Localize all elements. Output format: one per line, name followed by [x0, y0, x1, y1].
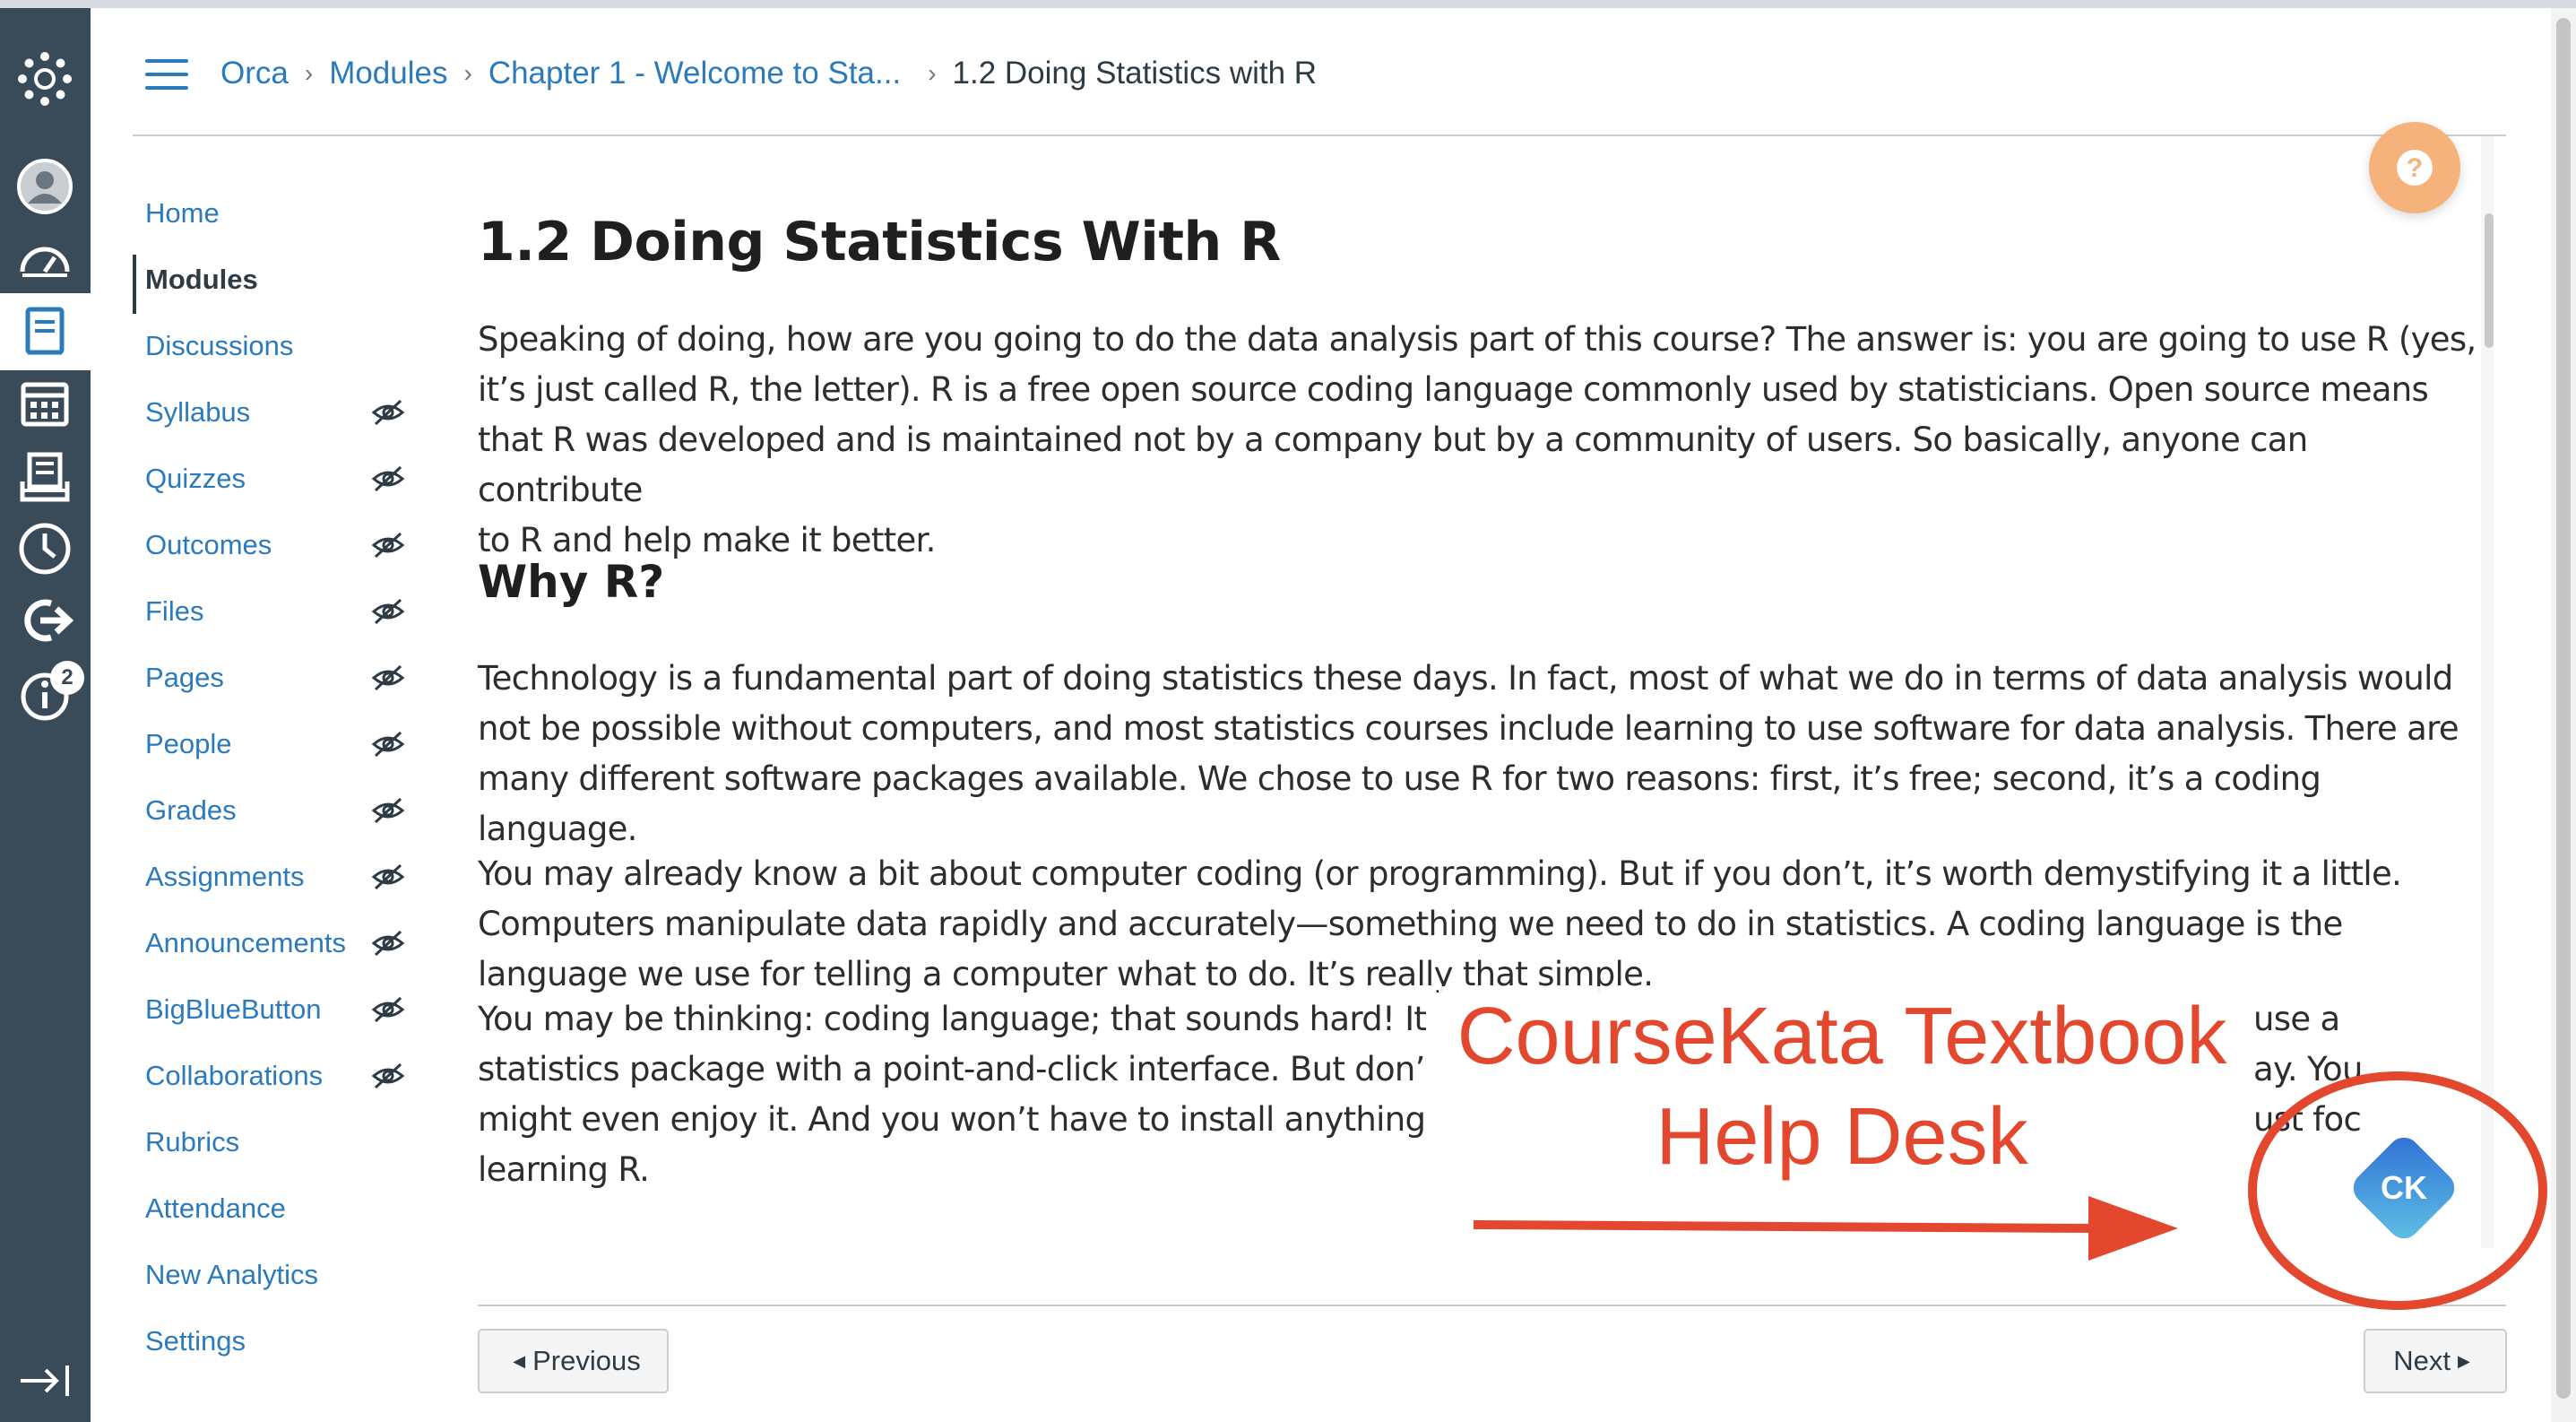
course-nav-item-settings[interactable]: Settings: [133, 1316, 419, 1366]
hidden-from-students-icon: [370, 461, 406, 497]
course-nav-item-pages[interactable]: Pages: [133, 653, 419, 703]
breadcrumb-separator-icon: ›: [304, 59, 314, 87]
hidden-from-students-icon: [370, 726, 406, 762]
course-nav-label: New Analytics: [145, 1259, 318, 1290]
inbox-icon[interactable]: [15, 447, 74, 507]
account-icon[interactable]: [15, 157, 74, 216]
course-nav-label: Rubrics: [145, 1126, 240, 1158]
window-top-border: [0, 0, 2576, 8]
collapse-nav-icon[interactable]: [15, 1351, 74, 1410]
hidden-from-students-icon: [370, 925, 406, 961]
dashboard-icon[interactable]: [15, 230, 74, 290]
course-nav-label: Grades: [145, 794, 237, 826]
section-heading: Why R?: [478, 556, 665, 608]
svg-text:?: ?: [2407, 153, 2423, 183]
course-nav-item-assignments[interactable]: Assignments: [133, 852, 419, 902]
course-nav-label: BigBlueButton: [145, 993, 322, 1025]
course-nav-item-attendance[interactable]: Attendance: [133, 1184, 419, 1234]
breadcrumb-separator-icon: ›: [463, 59, 472, 87]
logo-icon[interactable]: [15, 49, 74, 108]
course-nav-item-files[interactable]: Files: [133, 586, 419, 637]
page-title: 1.2 Doing Statistics With R: [478, 211, 1281, 273]
help-question-button[interactable]: ?: [2369, 122, 2460, 213]
next-button[interactable]: Next ▶: [2364, 1329, 2507, 1393]
breadcrumb-course[interactable]: Orca: [220, 56, 289, 91]
caret-left-icon: ◀: [513, 1351, 526, 1370]
paragraph-intro: Speaking of doing, how are you going to …: [478, 320, 2477, 559]
calendar-icon[interactable]: [15, 374, 74, 433]
hidden-from-students-icon: [370, 1058, 406, 1094]
courses-icon[interactable]: [15, 302, 74, 361]
header-divider: [133, 134, 2506, 136]
global-nav: 2: [0, 8, 91, 1422]
course-nav-item-grades[interactable]: Grades: [133, 785, 419, 836]
course-nav-label: Announcements: [145, 927, 347, 958]
annotation-label: CourseKata Textbook Help Desk: [1439, 986, 2245, 1187]
breadcrumb: Orca › Modules › Chapter 1 - Welcome to …: [220, 50, 1317, 97]
paragraph-coding: You may already know a bit about compute…: [478, 854, 2402, 993]
breadcrumb-module[interactable]: Chapter 1 - Welcome to Sta...: [488, 56, 901, 91]
breadcrumb-separator-icon: ›: [928, 59, 937, 87]
course-nav-item-new-analytics[interactable]: New Analytics: [133, 1250, 419, 1300]
hidden-from-students-icon: [370, 527, 406, 563]
content-scrollbar-thumb[interactable]: [2485, 213, 2494, 348]
ck-label: CK: [2381, 1169, 2427, 1206]
footer-divider: [478, 1305, 2506, 1306]
course-nav-label: Outcomes: [145, 529, 272, 560]
course-nav-label: Syllabus: [145, 396, 251, 428]
hidden-from-students-icon: [370, 793, 406, 828]
course-nav-label: Pages: [145, 662, 224, 693]
course-nav-label: Assignments: [145, 861, 305, 892]
course-nav-item-modules[interactable]: Modules: [133, 255, 419, 314]
course-nav-label: Attendance: [145, 1192, 286, 1224]
course-nav-label: Modules: [145, 264, 258, 295]
course-nav-label: People: [145, 728, 232, 759]
coursekata-help-button[interactable]: CK: [2340, 1124, 2468, 1252]
annotation-arrow: [1470, 1192, 2187, 1264]
hidden-from-students-icon: [370, 395, 406, 430]
hidden-from-students-icon: [370, 660, 406, 696]
course-nav-item-syllabus[interactable]: Syllabus: [133, 387, 419, 438]
hidden-from-students-icon: [370, 992, 406, 1027]
course-nav-item-discussions[interactable]: Discussions: [133, 321, 419, 371]
history-icon[interactable]: [15, 519, 74, 578]
course-nav-label: Files: [145, 595, 204, 627]
course-nav-item-home[interactable]: Home: [133, 188, 419, 238]
hidden-from-students-icon: [370, 594, 406, 629]
course-nav-label: Discussions: [145, 330, 294, 361]
course-nav-item-quizzes[interactable]: Quizzes: [133, 454, 419, 504]
paragraph-technology: Technology is a fundamental part of doin…: [478, 659, 2459, 848]
course-nav-item-collaborations[interactable]: Collaborations: [133, 1051, 419, 1101]
help-notification-badge: 2: [50, 661, 84, 695]
hidden-from-students-icon: [370, 859, 406, 895]
course-nav-item-people[interactable]: People: [133, 719, 419, 769]
course-nav-item-bigbluebutton[interactable]: BigBlueButton: [133, 984, 419, 1035]
course-nav-label: Collaborations: [145, 1060, 324, 1091]
course-menu-toggle-icon[interactable]: [145, 59, 188, 90]
previous-button[interactable]: ◀ Previous: [478, 1329, 669, 1393]
breadcrumb-current-page: 1.2 Doing Statistics with R: [952, 56, 1318, 91]
course-nav-item-outcomes[interactable]: Outcomes: [133, 520, 419, 570]
course-nav-item-announcements[interactable]: Announcements: [133, 918, 419, 968]
course-nav-label: Quizzes: [145, 463, 246, 494]
course-nav-label: Home: [145, 197, 220, 229]
course-nav-label: Settings: [145, 1325, 246, 1357]
question-icon: ?: [2397, 150, 2433, 186]
commons-icon[interactable]: [15, 591, 74, 650]
course-nav-item-rubrics[interactable]: Rubrics: [133, 1117, 419, 1167]
window-scrollbar-thumb[interactable]: [2556, 18, 2571, 1399]
breadcrumb-modules[interactable]: Modules: [329, 56, 447, 91]
caret-right-icon: ▶: [2457, 1351, 2470, 1370]
